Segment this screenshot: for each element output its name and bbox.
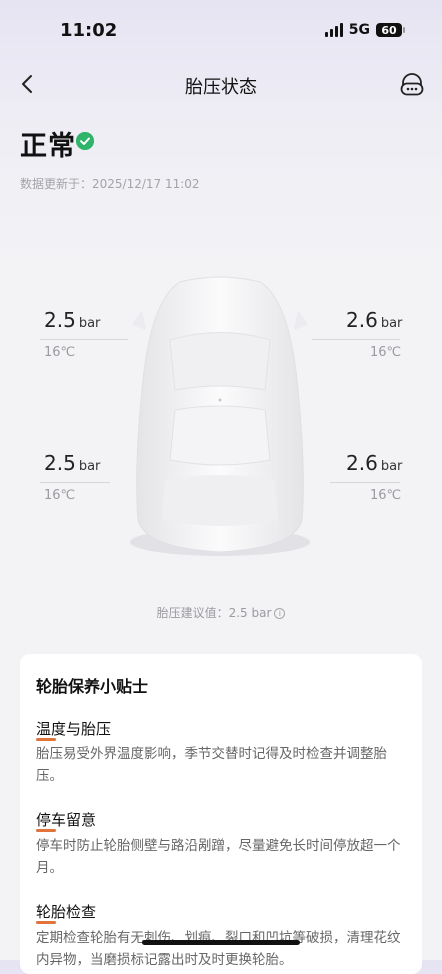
tip-body: 定期检查轮胎有无刺伤、划痕、裂口和凹坑等破损，清理花纹内异物，当磨损标记露出时及… [36,930,401,968]
recommended-pressure: 胎压建议值：2.5 bar i [0,604,442,621]
divider [312,339,400,340]
battery-icon: 60 [376,23,405,37]
divider [330,482,400,483]
tyre-tips-card: 轮胎保养小贴士 温度与胎压 胎压易受外界温度影响，季节交替时记得及时检查并调整胎… [20,654,422,974]
tyre-rear-left-temp: 16℃ [44,488,76,503]
tip-heading: 温度与胎压 [36,720,112,738]
divider [40,339,128,340]
tyre-rear-right-pressure: 2.6 bar [346,451,403,475]
tyre-status-label: 正常 [20,131,76,162]
tyre-front-right-pressure: 2.6 bar [346,308,403,332]
tyre-rear-right-temp: 16℃ [370,488,402,503]
signal-icon [324,23,343,37]
home-indicator[interactable] [142,940,300,945]
tyre-rear-left-pressure: 2.5 bar [44,451,101,475]
tip-body: 停车时防止轮胎侧壁与路沿剐蹭，尽量避免长时间停放超一个月。 [36,838,401,876]
tyre-front-left-pressure: 2.5 bar [44,308,101,332]
tip-heading-underline [36,829,56,832]
tip-heading-underline [36,738,56,741]
tyre-front-left-temp: 16℃ [44,345,76,360]
update-timestamp: 数据更新于：2025/12/17 11:02 [20,177,200,191]
tyre-front-right-temp: 16℃ [370,345,402,360]
tip-heading-underline [36,921,56,924]
status-bar-indicators: 5G 60 [324,22,405,38]
customer-service-icon[interactable] [398,70,426,98]
car-top-view-image [130,276,310,556]
status-bar-time: 11:02 [60,20,118,41]
info-icon[interactable]: i [274,608,286,619]
page-title: 胎压状态 [185,77,257,98]
divider [40,482,110,483]
tip-heading: 轮胎检查 [36,903,97,921]
network-type: 5G [348,22,370,38]
tip-body: 胎压易受外界温度影响，季节交替时记得及时检查并调整胎压。 [36,746,387,784]
tips-card-title: 轮胎保养小贴士 [36,677,149,696]
tip-heading: 停车留意 [36,811,97,829]
check-circle-icon [76,132,94,150]
battery-level: 60 [381,23,397,37]
